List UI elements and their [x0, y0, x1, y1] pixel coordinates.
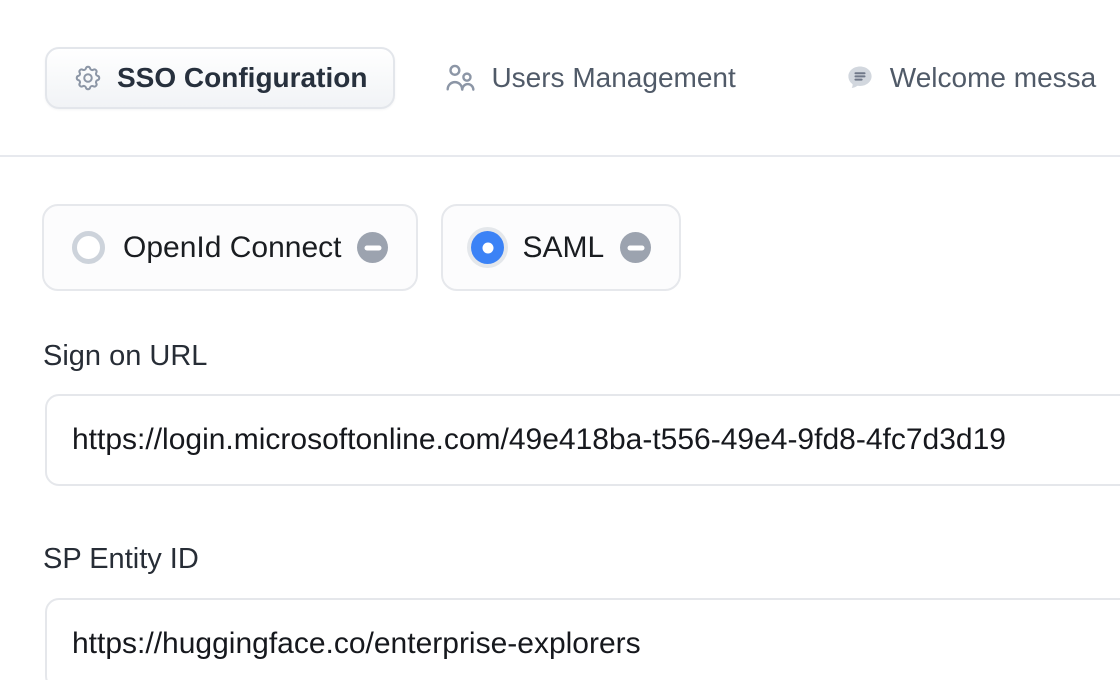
tab-sso-configuration[interactable]: SSO Configuration	[45, 47, 395, 109]
minus-circle-icon[interactable]	[620, 232, 651, 263]
tab-users-management[interactable]: Users Management	[443, 61, 735, 95]
protocol-label: OpenId Connect	[123, 233, 341, 263]
protocol-option-saml[interactable]: SAML	[441, 204, 681, 291]
sso-protocol-selector: OpenId Connect SAML	[42, 204, 1120, 291]
sp-entity-id-label: SP Entity ID	[43, 542, 1120, 576]
tab-label: Welcome messa	[890, 61, 1096, 95]
gear-icon	[73, 63, 103, 93]
radio-saml[interactable]	[471, 231, 504, 264]
speech-bubble-icon	[844, 62, 876, 94]
tab-label: Users Management	[491, 61, 735, 95]
protocol-option-openid-connect[interactable]: OpenId Connect	[42, 204, 418, 291]
users-icon	[443, 61, 477, 95]
tab-welcome-message[interactable]: Welcome messa	[844, 61, 1096, 95]
settings-tab-bar: SSO Configuration Users Management	[0, 0, 1120, 157]
radio-openid-connect[interactable]	[72, 231, 105, 264]
sign-on-url-input[interactable]	[45, 394, 1120, 486]
minus-circle-icon[interactable]	[357, 232, 388, 263]
sign-on-url-label: Sign on URL	[43, 339, 1120, 373]
protocol-label: SAML	[522, 233, 604, 263]
tab-label: SSO Configuration	[117, 61, 367, 95]
sp-entity-id-input[interactable]	[45, 598, 1120, 680]
